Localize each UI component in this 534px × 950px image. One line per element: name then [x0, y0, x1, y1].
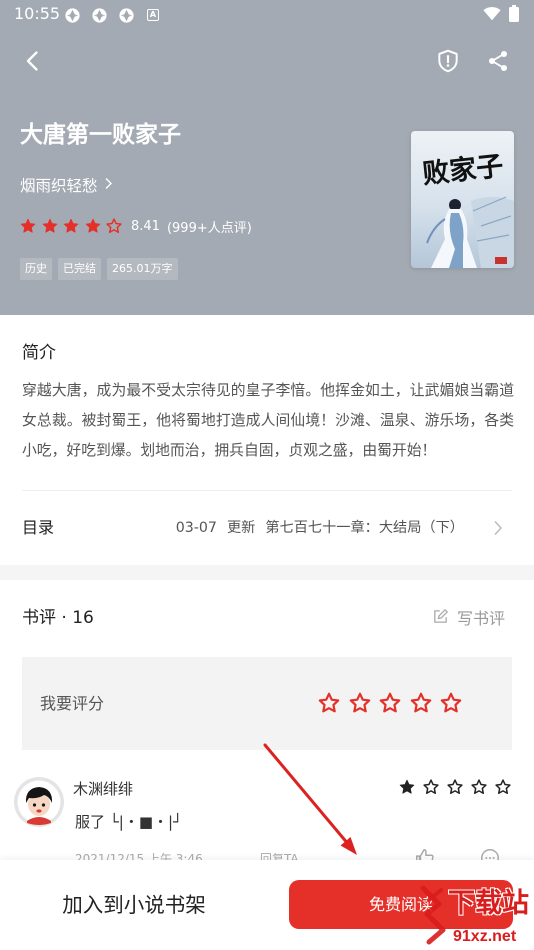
star-outline-icon [447, 779, 463, 794]
update-label: 更新 [226, 520, 256, 536]
rate-stars-input[interactable] [317, 691, 463, 715]
divider [22, 490, 512, 491]
chevron-right-icon [98, 176, 113, 194]
add-to-shelf-button[interactable]: 加入到小说书架 [0, 893, 268, 917]
rating-row: 8.41 (999+人点评) [19, 217, 252, 236]
reviewer-name: 木渊绯绯 [73, 780, 134, 798]
tag-word-count: 265.01万字 [107, 258, 178, 280]
avatar[interactable] [14, 777, 64, 827]
star-filled-icon [399, 779, 415, 794]
app-notification-icon [118, 7, 135, 24]
intro-text: 穿越大唐，成为最不受太宗待见的皇子李愔。他挥金如土，让武媚娘当霸道女总裁。被封蜀… [22, 382, 514, 459]
watermark-url: 91xz.net [453, 928, 517, 945]
back-arrow-icon[interactable] [21, 49, 45, 77]
share-icon[interactable] [486, 49, 510, 77]
catalog-latest: 03-07 更新 第七百七十一章：大结局（下） [176, 518, 464, 538]
star-outline-icon[interactable] [409, 691, 433, 715]
app-notification-icon [64, 7, 81, 24]
star-filled-icon [20, 218, 36, 233]
book-tags: 历史 已完结 265.01万字 [20, 258, 178, 280]
tag-genre: 历史 [20, 258, 52, 280]
battery-icon [509, 5, 519, 26]
rate-prompt: 我要评分 [40, 694, 105, 713]
rating-count: (999+人点评) [166, 220, 252, 236]
author-link[interactable]: 烟雨织轻愁 [20, 175, 113, 195]
write-review-button[interactable]: 写书评 [432, 608, 505, 630]
star-filled-icon [63, 218, 79, 233]
annotation-arrow [263, 743, 357, 855]
author-name: 烟雨织轻愁 [20, 177, 98, 195]
catalog-row[interactable]: 目录 03-07 更新 第七百七十一章：大结局（下） [0, 500, 534, 560]
review-rating-stars [398, 778, 512, 796]
app-notification-icon [91, 7, 108, 24]
book-header: 10:55 A 大唐第一败家子 烟雨织轻愁 8.41 (999+人点评) 历史 … [0, 0, 534, 315]
star-outline-icon [423, 779, 439, 794]
update-date: 03-07 [175, 520, 217, 536]
star-outline-icon[interactable] [317, 691, 341, 715]
review-text: 服了 └|・■・|┘ [75, 813, 183, 831]
star-outline-icon [471, 779, 487, 794]
book-rating-stars [19, 217, 123, 235]
catalog-label: 目录 [22, 518, 55, 537]
watermark-text: 下载站 [448, 888, 529, 919]
tag-status: 已完结 [58, 258, 101, 280]
reviews-heading: 书评 · 16 [22, 608, 94, 628]
shield-alert-icon[interactable] [435, 48, 461, 78]
star-filled-icon [42, 218, 57, 233]
star-filled-icon [85, 218, 100, 233]
star-outline-icon[interactable] [439, 691, 463, 715]
watermark-logo [419, 884, 447, 950]
star-outline-icon [495, 779, 511, 794]
star-outline-icon[interactable] [348, 691, 372, 715]
status-time: 10:55 [14, 4, 61, 23]
book-cover: 败家子 [411, 131, 514, 268]
star-outline-icon [106, 218, 122, 233]
write-review-label: 写书评 [456, 609, 505, 628]
status-notification-icons: A [64, 6, 159, 24]
section-separator [0, 565, 534, 580]
chevron-right-icon [493, 520, 503, 540]
wifi-icon [483, 6, 501, 25]
edit-icon [432, 608, 449, 630]
intro-heading: 简介 [22, 343, 56, 363]
rating-score: 8.41 [131, 218, 160, 234]
latest-chapter: 第七百七十一章：大结局（下） [265, 520, 464, 536]
a-badge-icon: A [147, 9, 159, 21]
star-outline-icon[interactable] [378, 691, 402, 715]
book-title: 大唐第一败家子 [20, 122, 181, 148]
